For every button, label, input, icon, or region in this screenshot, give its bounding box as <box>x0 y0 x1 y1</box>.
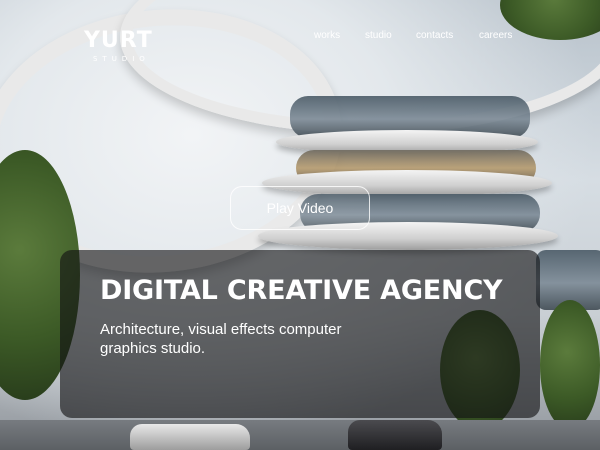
hero-subtitle: Architecture, visual effects computer gr… <box>100 321 342 357</box>
tree-right <box>540 300 600 430</box>
hero-title: DIGITAL CREATIVE AGENCY <box>100 275 503 306</box>
car-white <box>130 424 250 450</box>
nav-link-studio[interactable]: studio <box>365 30 392 42</box>
nav-link-works[interactable]: works <box>314 30 340 42</box>
hero-card: DIGITAL CREATIVE AGENCY Architecture, vi… <box>60 250 540 418</box>
car-dark <box>348 420 442 450</box>
main-nav: works studio contacts careers <box>0 30 600 44</box>
nav-link-careers[interactable]: careers <box>479 30 512 42</box>
play-video-button[interactable]: Play Video <box>230 186 370 230</box>
nav-link-contacts[interactable]: contacts <box>416 30 453 42</box>
street <box>0 420 600 450</box>
logo-tagline: STUDIO <box>92 55 150 63</box>
